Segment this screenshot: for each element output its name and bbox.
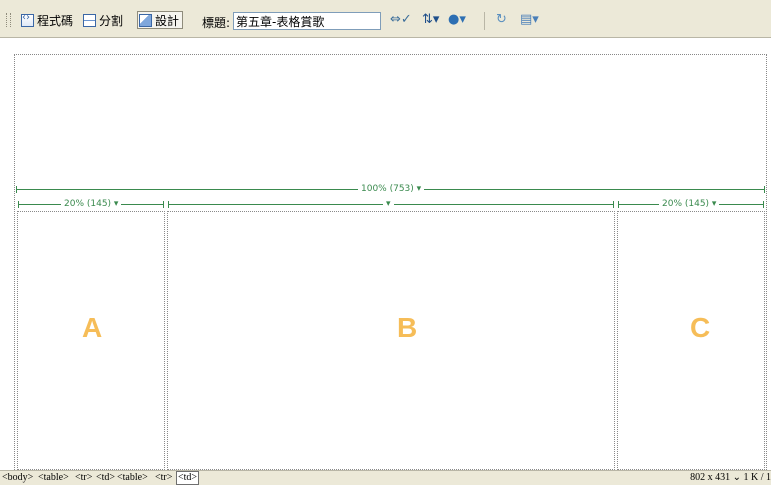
tag-selector-td-selected[interactable]: <td> bbox=[176, 471, 200, 485]
design-view-label: 設計 bbox=[155, 13, 180, 28]
ruler-tick bbox=[163, 201, 164, 208]
tag-selector-table[interactable]: <table> bbox=[117, 472, 148, 484]
split-view-button[interactable]: 分割 bbox=[82, 11, 126, 29]
design-view-canvas[interactable]: 100% (753) ▾ 20% (145) ▾ ▾ 20% (145) ▾ A… bbox=[0, 38, 771, 474]
window-size-indicator[interactable]: 802 x 431 ⌄ 1 K / 1 bbox=[690, 472, 771, 484]
tag-selector-body[interactable]: <body> bbox=[2, 472, 33, 484]
preview-browser-icon[interactable]: ●▾ bbox=[448, 13, 466, 27]
ruler-tick bbox=[613, 201, 614, 208]
toolbar-grip[interactable] bbox=[6, 13, 11, 27]
column-c-width-label[interactable]: 20% (145) ▾ bbox=[659, 199, 720, 210]
tag-selector-td[interactable]: <td> bbox=[96, 472, 115, 484]
ruler-tick bbox=[764, 186, 765, 193]
table-width-label[interactable]: 100% (753) ▾ bbox=[358, 184, 425, 195]
table-cell-a[interactable]: A bbox=[17, 211, 165, 470]
cell-b-letter: B bbox=[397, 312, 418, 343]
cell-c-letter: C bbox=[690, 312, 711, 343]
code-view-label: 程式碼 bbox=[37, 13, 74, 28]
table-cell-b[interactable]: B bbox=[167, 211, 615, 470]
status-bar: <body> <table> <tr> <td> <table> <tr> <t… bbox=[0, 470, 771, 485]
column-a-width-label[interactable]: 20% (145) ▾ bbox=[61, 199, 122, 210]
split-view-label: 分割 bbox=[99, 13, 124, 28]
split-view-icon bbox=[83, 13, 96, 27]
toolbar-separator bbox=[484, 12, 485, 30]
ruler-tick bbox=[16, 186, 17, 193]
document-toolbar: 程式碼 分割 設計 標題: ⇔✓ ⇅▾ ●▾ ↻ ▤▾ bbox=[0, 0, 771, 38]
ruler-tick bbox=[18, 201, 19, 208]
browser-compat-check-icon[interactable]: ⇔✓ bbox=[390, 13, 412, 27]
refresh-icon[interactable]: ↻ bbox=[496, 13, 507, 27]
code-view-button[interactable]: 程式碼 bbox=[20, 11, 76, 29]
view-options-icon[interactable]: ▤▾ bbox=[520, 13, 539, 27]
design-view-icon bbox=[139, 13, 152, 27]
cell-a-letter: A bbox=[82, 312, 103, 343]
title-label: 標題: bbox=[202, 16, 231, 30]
file-transfer-icon[interactable]: ⇅▾ bbox=[422, 13, 439, 27]
tag-selector-tr[interactable]: <tr> bbox=[155, 472, 172, 484]
ruler-tick bbox=[168, 201, 169, 208]
table-cell-c[interactable]: C bbox=[617, 211, 765, 470]
ruler-tick bbox=[618, 201, 619, 208]
design-view-button[interactable]: 設計 bbox=[137, 11, 184, 29]
code-view-icon bbox=[21, 12, 34, 27]
column-b-width-menu[interactable]: ▾ bbox=[383, 199, 394, 210]
tag-selector-tr[interactable]: <tr> bbox=[75, 472, 92, 484]
title-input[interactable] bbox=[233, 12, 381, 30]
tag-selector-table[interactable]: <table> bbox=[38, 472, 69, 484]
ruler-tick bbox=[763, 201, 764, 208]
